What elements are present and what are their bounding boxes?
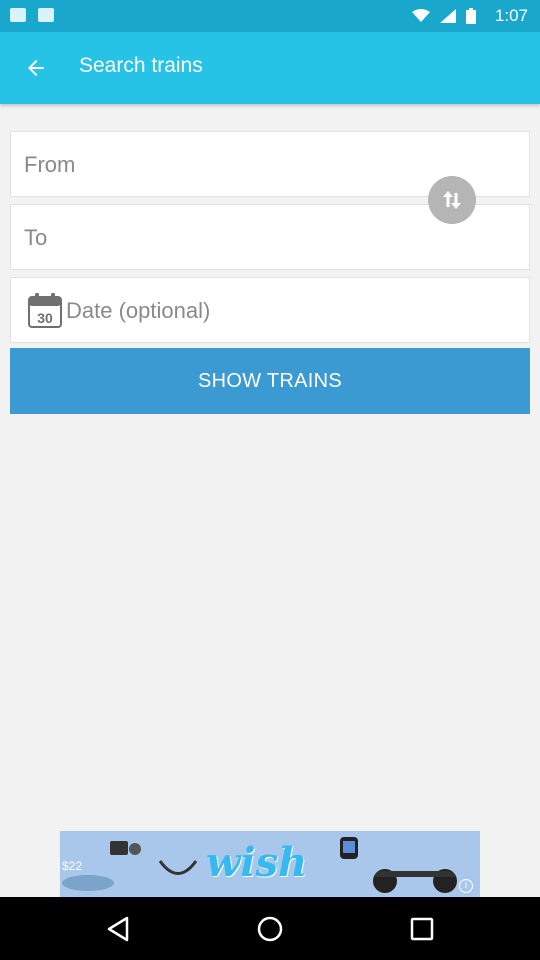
page-title: Search trains [79, 54, 203, 77]
calendar-icon: 30 [28, 293, 62, 328]
swap-vertical-icon [443, 191, 461, 209]
date-field[interactable]: 30 Date (optional) [10, 277, 530, 343]
signal-icon [440, 9, 456, 28]
nav-back-icon [107, 916, 129, 942]
date-placeholder: Date (optional) [66, 298, 211, 323]
nav-back-button[interactable] [102, 913, 134, 945]
ad-price: $22 [62, 859, 83, 873]
status-time: 1:07 [494, 6, 528, 25]
back-button[interactable] [20, 52, 52, 84]
ad-banner[interactable]: $22 wish i [60, 831, 480, 897]
navigation-bar [0, 897, 540, 960]
app-bar: Search trains [0, 32, 540, 104]
ad-info-icon[interactable]: i [459, 879, 473, 893]
show-trains-button[interactable]: SHOW TRAINS [10, 348, 530, 414]
swap-stations-button[interactable] [428, 176, 476, 224]
arrow-back-icon [28, 60, 44, 76]
status-bar: 1:07 [0, 0, 540, 32]
nav-recents-icon [410, 917, 434, 941]
ad-brand-logo: wish [206, 839, 308, 886]
notification-icon [38, 8, 54, 22]
show-trains-label: SHOW TRAINS [197, 369, 343, 392]
nav-home-button[interactable] [254, 913, 286, 945]
notification-icon [10, 8, 26, 22]
to-placeholder: To [24, 225, 48, 250]
wifi-icon [412, 9, 430, 28]
status-icons [412, 8, 476, 29]
nav-recents-button[interactable] [406, 913, 438, 945]
calendar-day: 30 [37, 310, 53, 326]
nav-home-icon [257, 916, 283, 942]
from-placeholder: From [24, 152, 76, 177]
notification-icons [10, 8, 54, 22]
battery-icon [466, 8, 476, 29]
